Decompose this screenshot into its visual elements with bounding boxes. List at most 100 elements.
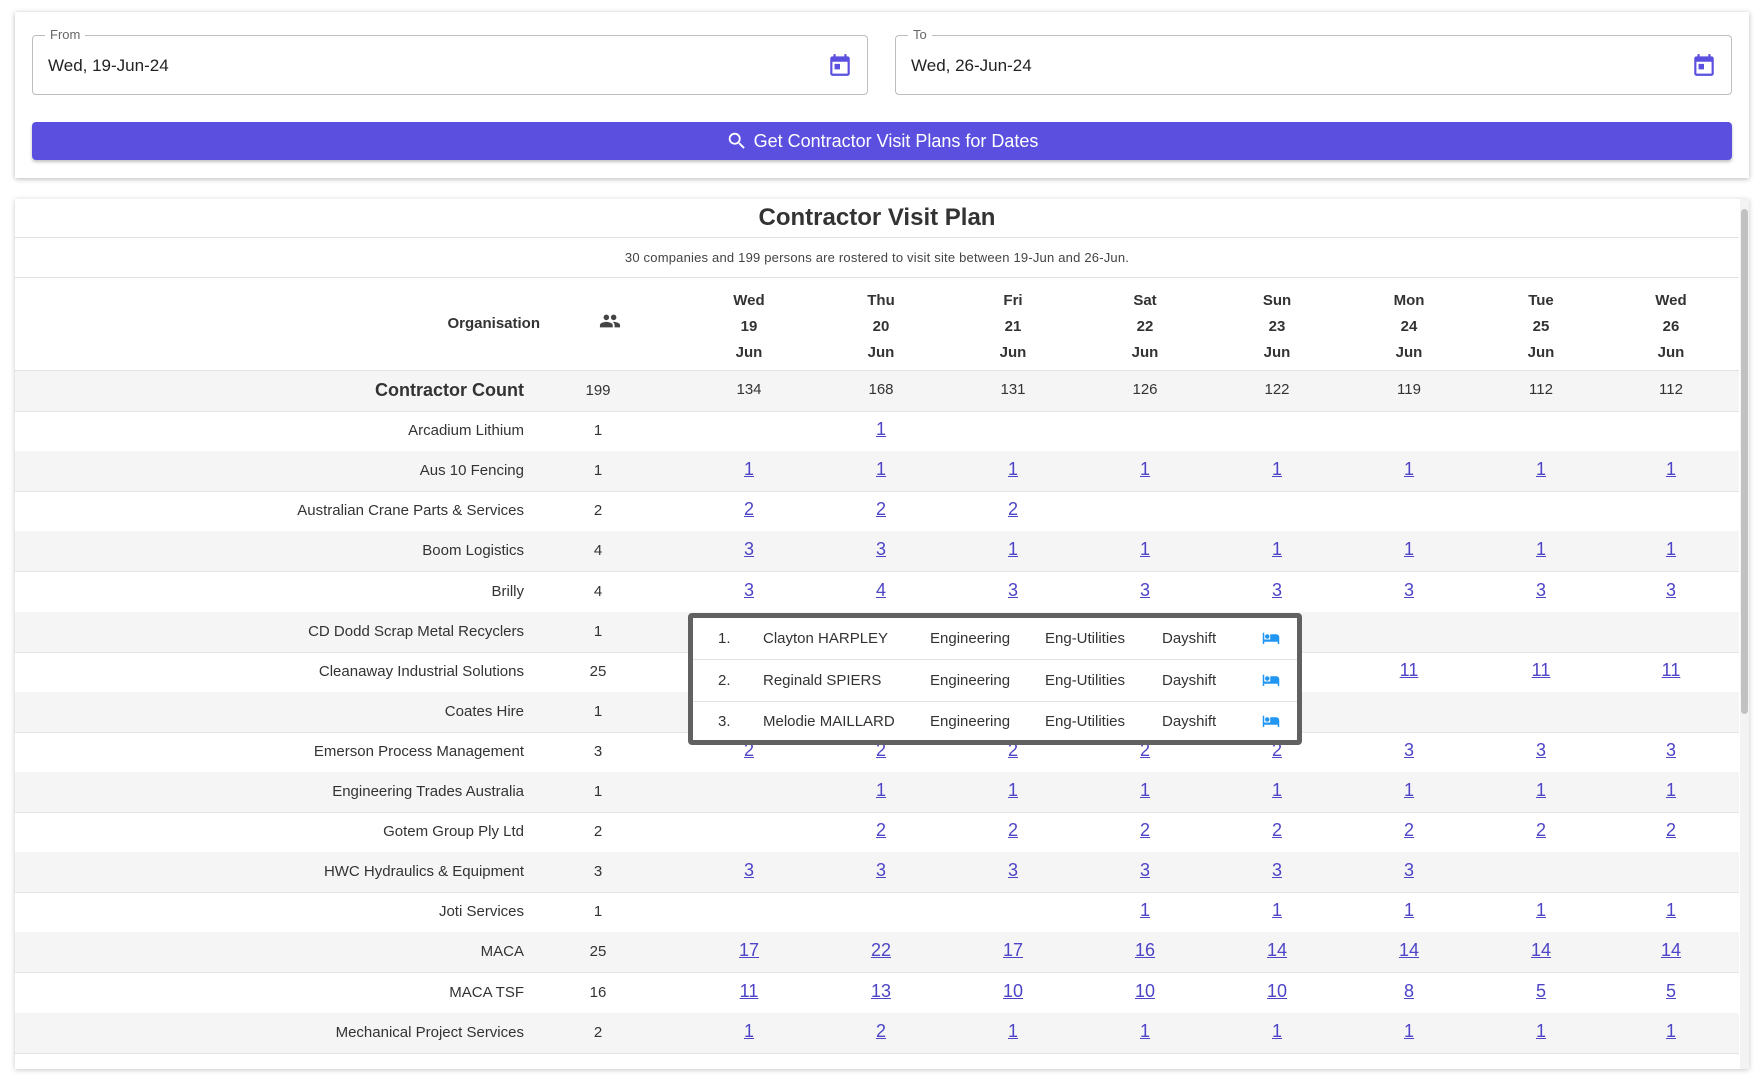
day-count-link[interactable]: 1: [1646, 780, 1696, 801]
day-count-link[interactable]: 1: [1516, 780, 1566, 801]
day-count-link[interactable]: 3: [1384, 860, 1434, 881]
day-count-link[interactable]: 11: [724, 981, 774, 1002]
day-count-link[interactable]: 1: [724, 459, 774, 480]
calendar-icon[interactable]: [827, 52, 853, 78]
day-count-link[interactable]: 3: [856, 860, 906, 881]
day-count-link[interactable]: 3: [988, 860, 1038, 881]
day-count-link[interactable]: 16: [1120, 940, 1170, 961]
day-count-link[interactable]: 3: [1646, 740, 1696, 761]
to-date-value[interactable]: Wed, 26-Jun-24: [911, 56, 1032, 76]
day-count-link[interactable]: 10: [1120, 981, 1170, 1002]
day-count-link[interactable]: 1: [1384, 459, 1434, 480]
day-count-link[interactable]: 1: [1384, 900, 1434, 921]
day-count-link[interactable]: 1: [1252, 1021, 1302, 1042]
day-count-link[interactable]: 1: [1646, 459, 1696, 480]
day-count-link[interactable]: 2: [1252, 820, 1302, 841]
day-count-link[interactable]: 1: [1516, 1021, 1566, 1042]
day-count-link[interactable]: 1: [1120, 459, 1170, 480]
day-count-link[interactable]: 3: [988, 580, 1038, 601]
day-count-link[interactable]: 1: [856, 780, 906, 801]
day-count-link[interactable]: 1: [1516, 459, 1566, 480]
day-count-link[interactable]: 4: [856, 580, 906, 601]
person-total: 25: [589, 663, 607, 680]
from-date-field[interactable]: From Wed, 19-Jun-24: [32, 27, 868, 95]
day-count-link[interactable]: 1: [1646, 539, 1696, 560]
day-count-link[interactable]: 3: [1646, 580, 1696, 601]
from-date-value[interactable]: Wed, 19-Jun-24: [48, 56, 169, 76]
day-count-link[interactable]: 1: [724, 1021, 774, 1042]
day-header-month: Jun: [1657, 344, 1685, 361]
scrollbar-thumb[interactable]: [1741, 209, 1748, 714]
day-count-link[interactable]: 2: [856, 499, 906, 520]
day-count-link[interactable]: 2: [1646, 820, 1696, 841]
day-count-link[interactable]: 10: [988, 981, 1038, 1002]
day-count-link[interactable]: 1: [1252, 780, 1302, 801]
day-count-link[interactable]: 1: [1384, 1021, 1434, 1042]
day-count-link[interactable]: 2: [1120, 820, 1170, 841]
day-count: 119: [1397, 381, 1421, 398]
day-count-link[interactable]: 3: [1516, 580, 1566, 601]
day-count-link[interactable]: 2: [988, 499, 1038, 520]
day-count-link[interactable]: 3: [1384, 740, 1434, 761]
day-count-link[interactable]: 1: [1120, 539, 1170, 560]
person-row: 2. Reginald SPIERS Engineering Eng-Utilitie…: [693, 660, 1297, 702]
day-count-link[interactable]: 17: [724, 940, 774, 961]
day-count-link[interactable]: 3: [724, 580, 774, 601]
calendar-icon[interactable]: [1691, 52, 1717, 78]
day-count-link[interactable]: 2: [1516, 820, 1566, 841]
day-count-link[interactable]: 5: [1646, 981, 1696, 1002]
day-count-link[interactable]: 1: [1252, 539, 1302, 560]
day-count-link[interactable]: 14: [1252, 940, 1302, 961]
day-count-link[interactable]: 13: [856, 981, 906, 1002]
day-count-link[interactable]: 2: [1384, 820, 1434, 841]
day-count-link[interactable]: 1: [988, 780, 1038, 801]
day-count-link[interactable]: 3: [1516, 740, 1566, 761]
day-count-link[interactable]: 1: [856, 419, 906, 440]
day-count-link[interactable]: 1: [1384, 539, 1434, 560]
day-count-link[interactable]: 1: [1252, 900, 1302, 921]
day-count-link[interactable]: 2: [724, 499, 774, 520]
day-count-link[interactable]: 1: [1384, 780, 1434, 801]
day-count-link[interactable]: 1: [1516, 900, 1566, 921]
person-number: 3.: [718, 713, 731, 730]
day-count-link[interactable]: 3: [724, 860, 774, 881]
scrollbar[interactable]: [1740, 199, 1749, 1069]
day-count-link[interactable]: 3: [856, 539, 906, 560]
table-row: Brilly 4 3 4 3 3 3 3 3 3: [15, 572, 1739, 613]
day-count-link[interactable]: 11: [1516, 660, 1566, 681]
day-count-link[interactable]: 2: [988, 820, 1038, 841]
day-count-link[interactable]: 10: [1252, 981, 1302, 1002]
day-count-link[interactable]: 1: [1252, 459, 1302, 480]
day-count-link[interactable]: 1: [1120, 780, 1170, 801]
day-count-link[interactable]: 1: [1516, 539, 1566, 560]
day-count-link[interactable]: 1: [1120, 1021, 1170, 1042]
day-count-link[interactable]: 1: [856, 459, 906, 480]
day-count-link[interactable]: 11: [1384, 660, 1434, 681]
person-total: 199: [585, 382, 611, 399]
day-count-link[interactable]: 2: [856, 1021, 906, 1042]
day-count-link[interactable]: 1: [1646, 900, 1696, 921]
day-count-link[interactable]: 3: [1384, 580, 1434, 601]
day-count-link[interactable]: 17: [988, 940, 1038, 961]
day-count-link[interactable]: 1: [988, 459, 1038, 480]
day-count-link[interactable]: 3: [1120, 580, 1170, 601]
day-count-link[interactable]: 14: [1384, 940, 1434, 961]
day-count-link[interactable]: 5: [1516, 981, 1566, 1002]
day-count-link[interactable]: 11: [1646, 660, 1696, 681]
day-count: 112: [1529, 381, 1553, 398]
day-count-link[interactable]: 3: [1120, 860, 1170, 881]
day-count-link[interactable]: 14: [1516, 940, 1566, 961]
day-count-link[interactable]: 2: [856, 820, 906, 841]
day-count-link[interactable]: 1: [988, 1021, 1038, 1042]
day-count-link[interactable]: 14: [1646, 940, 1696, 961]
day-count-link[interactable]: 8: [1384, 981, 1434, 1002]
day-count-link[interactable]: 1: [988, 539, 1038, 560]
day-count-link[interactable]: 1: [1120, 900, 1170, 921]
day-count-link[interactable]: 1: [1646, 1021, 1696, 1042]
day-count-link[interactable]: 22: [856, 940, 906, 961]
get-visit-plans-button[interactable]: Get Contractor Visit Plans for Dates: [32, 122, 1732, 160]
day-count-link[interactable]: 3: [1252, 860, 1302, 881]
to-date-field[interactable]: To Wed, 26-Jun-24: [895, 27, 1732, 95]
day-count-link[interactable]: 3: [724, 539, 774, 560]
day-count-link[interactable]: 3: [1252, 580, 1302, 601]
